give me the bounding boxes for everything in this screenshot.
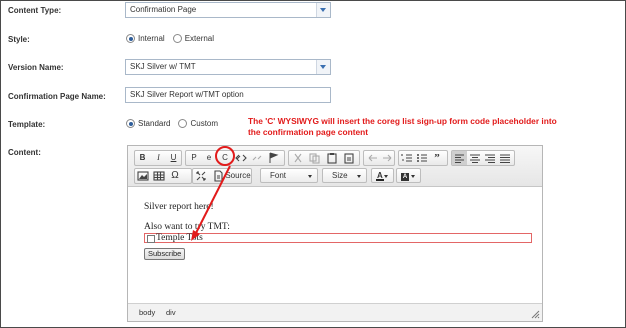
- editor-toolbar: B I U P e C ” Ω Source Font Size A A: [128, 146, 542, 187]
- image-icon[interactable]: [136, 169, 150, 183]
- radio-standard[interactable]: [126, 119, 135, 128]
- bold-button[interactable]: B: [135, 151, 150, 165]
- size-combo[interactable]: Size: [322, 168, 367, 183]
- paste-text-icon[interactable]: [342, 151, 356, 165]
- content-label: Content:: [8, 148, 41, 157]
- version-name-label: Version Name:: [8, 63, 64, 72]
- align-left-icon[interactable]: [452, 151, 467, 165]
- source-doc-icon[interactable]: [211, 169, 225, 183]
- paste-icon[interactable]: [325, 151, 339, 165]
- style-label: Style:: [8, 35, 30, 44]
- version-name-select[interactable]: SKJ Silver w/ TMT: [125, 59, 331, 75]
- template-standard-label: Standard: [138, 119, 171, 128]
- chevron-down-icon[interactable]: [316, 60, 330, 74]
- content-type-select[interactable]: Confirmation Page: [125, 2, 331, 18]
- template-label: Template:: [8, 120, 46, 129]
- subscribe-button[interactable]: Subscribe: [144, 248, 186, 260]
- table-icon[interactable]: [152, 169, 166, 183]
- text-color-swatch: [376, 179, 384, 181]
- style-external-option[interactable]: External: [172, 34, 215, 43]
- style-external-label: External: [184, 34, 215, 43]
- background-color-button[interactable]: A: [396, 168, 421, 183]
- radio-external[interactable]: [172, 34, 182, 43]
- radio-internal[interactable]: [126, 34, 135, 43]
- link-icon[interactable]: [234, 151, 248, 165]
- source-button[interactable]: Source: [225, 169, 251, 183]
- temple-tots-checkbox[interactable]: [147, 235, 155, 243]
- font-combo[interactable]: Font: [260, 168, 318, 183]
- numbered-list-icon[interactable]: [400, 151, 414, 165]
- template-custom-label: Custom: [190, 119, 219, 128]
- blockquote-icon[interactable]: ”: [430, 151, 444, 165]
- template-radio-group: Standard Custom: [126, 119, 226, 128]
- cut-icon[interactable]: [291, 151, 305, 165]
- anchor-flag-icon[interactable]: [266, 151, 280, 165]
- italic-button[interactable]: I: [151, 151, 166, 165]
- editor-content[interactable]: Silver report here! Also want to try TMT…: [128, 187, 542, 305]
- align-right-icon[interactable]: [483, 151, 497, 165]
- content-type-label: Content Type:: [8, 6, 62, 15]
- copy-icon[interactable]: [307, 151, 321, 165]
- content-line-1: Silver report here!: [144, 202, 214, 212]
- editor-status-bar: body div: [128, 303, 542, 321]
- temple-tots-label: Temple Tots: [156, 233, 203, 243]
- underline-button[interactable]: U: [166, 151, 181, 165]
- wysiwyg-editor: B I U P e C ” Ω Source Font Size A A Sil…: [127, 145, 543, 322]
- version-name-value: SKJ Silver w/ TMT: [130, 62, 196, 71]
- chevron-down-icon[interactable]: [316, 3, 330, 17]
- path-div[interactable]: div: [166, 308, 176, 317]
- resize-grip-icon[interactable]: [531, 310, 540, 319]
- redo-icon[interactable]: [380, 151, 394, 165]
- style-internal-option[interactable]: Internal: [126, 34, 165, 43]
- confirmation-page-name-value: SKJ Silver Report w/TMT option: [130, 90, 244, 99]
- e-button[interactable]: e: [202, 151, 216, 165]
- coreg-form-placeholder: Temple Tots: [144, 233, 532, 243]
- confirmation-page-name-input[interactable]: SKJ Silver Report w/TMT option: [125, 87, 331, 103]
- confirmation-page-name-label: Confirmation Page Name:: [8, 92, 106, 101]
- content-line-2: Also want to try TMT:: [144, 222, 230, 232]
- template-custom-option[interactable]: Custom: [178, 119, 218, 128]
- style-radio-group: Internal External: [126, 34, 222, 43]
- content-type-value: Confirmation Page: [130, 5, 197, 14]
- radio-custom[interactable]: [178, 119, 188, 128]
- maximize-icon[interactable]: [194, 169, 208, 183]
- style-internal-label: Internal: [138, 34, 165, 43]
- undo-icon[interactable]: [366, 151, 380, 165]
- annotation-note: The 'C' WYSIWYG will insert the coreg li…: [248, 116, 557, 137]
- unlink-icon[interactable]: [250, 151, 264, 165]
- align-justify-icon[interactable]: [498, 151, 512, 165]
- align-center-icon[interactable]: [468, 151, 482, 165]
- coreg-c-button[interactable]: C: [218, 151, 232, 165]
- bulleted-list-icon[interactable]: [415, 151, 429, 165]
- p-button[interactable]: P: [187, 151, 201, 165]
- path-body[interactable]: body: [139, 308, 155, 317]
- background-color-icon: A: [401, 173, 409, 181]
- template-standard-option[interactable]: Standard: [126, 119, 170, 128]
- special-char-icon[interactable]: Ω: [168, 169, 182, 183]
